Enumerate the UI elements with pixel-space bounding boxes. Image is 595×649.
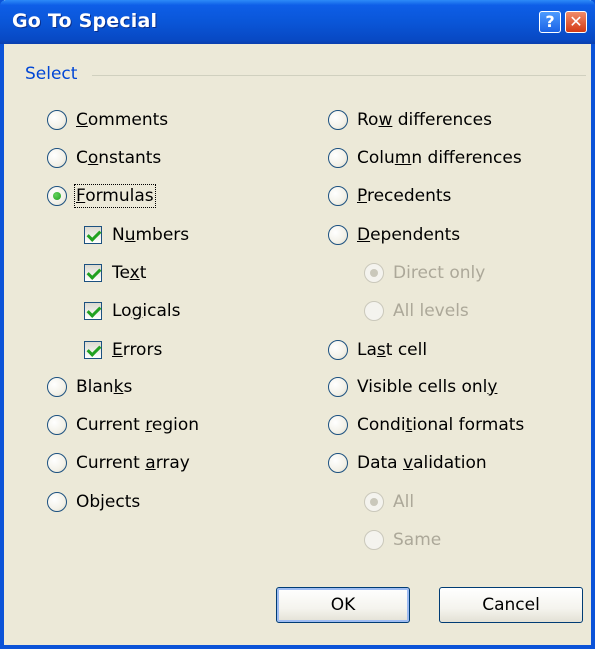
- direct-only-label: Direct only: [393, 263, 486, 283]
- radio-button-disabled-icon: [364, 530, 384, 550]
- formulas-label: Formulas: [74, 184, 156, 208]
- checkbox-checked-icon[interactable]: [84, 302, 102, 320]
- radio-all-levels: All levels: [364, 298, 469, 324]
- precedents-label: Precedents: [357, 186, 452, 206]
- radio-button-icon[interactable]: [328, 340, 348, 360]
- title-bar[interactable]: Go To Special ? ✕: [0, 0, 595, 44]
- radio-last-cell[interactable]: Last cell: [328, 337, 427, 363]
- radio-button-icon[interactable]: [328, 186, 348, 206]
- radio-dv-same: Same: [364, 527, 441, 553]
- radio-formulas[interactable]: Formulas: [47, 183, 156, 209]
- checkbox-numbers[interactable]: Numbers: [84, 222, 189, 248]
- radio-data-validation[interactable]: Data validation: [328, 450, 487, 476]
- radio-button-icon[interactable]: [47, 110, 67, 130]
- radio-button-icon[interactable]: [47, 415, 67, 435]
- help-button[interactable]: ?: [539, 11, 561, 33]
- checkbox-text[interactable]: Text: [84, 260, 146, 286]
- conditional-formats-label: Conditional formats: [357, 415, 525, 435]
- radio-comments[interactable]: Comments: [47, 107, 168, 133]
- logicals-label: Logicals: [112, 301, 181, 321]
- radio-button-icon[interactable]: [328, 415, 348, 435]
- radio-row-differences[interactable]: Row differences: [328, 107, 492, 133]
- radio-direct-only: Direct only: [364, 260, 485, 286]
- constants-label: Constants: [76, 148, 162, 168]
- radio-button-icon[interactable]: [47, 492, 67, 512]
- radio-button-disabled-selected-icon: [364, 492, 384, 512]
- radio-button-icon[interactable]: [47, 377, 67, 397]
- cancel-button[interactable]: Cancel: [439, 587, 583, 623]
- radio-button-selected-icon[interactable]: [47, 186, 67, 206]
- comments-label: Comments: [76, 110, 169, 130]
- go-to-special-dialog: Go To Special ? ✕: [0, 0, 595, 649]
- radio-button-icon[interactable]: [328, 148, 348, 168]
- select-group-label: Select: [25, 64, 84, 84]
- radio-button-icon[interactable]: [328, 377, 348, 397]
- radio-current-region[interactable]: Current region: [47, 412, 199, 438]
- radio-conditional-formats[interactable]: Conditional formats: [328, 412, 524, 438]
- radio-blanks[interactable]: Blanks: [47, 374, 132, 400]
- radio-objects[interactable]: Objects: [47, 489, 140, 515]
- data-validation-label: Data validation: [357, 453, 487, 473]
- radio-button-icon[interactable]: [328, 453, 348, 473]
- dialog-title: Go To Special: [12, 10, 158, 32]
- checkbox-logicals[interactable]: Logicals: [84, 298, 180, 324]
- dependents-label: Dependents: [357, 225, 461, 245]
- blanks-label: Blanks: [76, 377, 133, 397]
- numbers-label: Numbers: [112, 225, 190, 245]
- current-region-label: Current region: [76, 415, 200, 435]
- checkbox-checked-icon[interactable]: [84, 264, 102, 282]
- radio-precedents[interactable]: Precedents: [328, 183, 451, 209]
- radio-constants[interactable]: Constants: [47, 145, 161, 171]
- checkbox-checked-icon[interactable]: [84, 226, 102, 244]
- radio-button-icon[interactable]: [47, 453, 67, 473]
- errors-label: Errors: [112, 340, 163, 360]
- row-differences-label: Row differences: [357, 110, 492, 130]
- current-array-label: Current array: [76, 453, 190, 473]
- radio-visible-cells-only[interactable]: Visible cells only: [328, 374, 497, 400]
- radio-dv-all: All: [364, 489, 414, 515]
- radio-button-icon[interactable]: [328, 110, 348, 130]
- radio-column-differences[interactable]: Column differences: [328, 145, 522, 171]
- ok-button[interactable]: OK: [276, 587, 410, 623]
- checkbox-checked-icon[interactable]: [84, 341, 102, 359]
- text-label: Text: [112, 263, 147, 283]
- radio-button-icon[interactable]: [328, 225, 348, 245]
- group-divider: [92, 75, 586, 76]
- radio-button-icon[interactable]: [47, 148, 67, 168]
- radio-button-disabled-selected-icon: [364, 263, 384, 283]
- radio-current-array[interactable]: Current array: [47, 450, 190, 476]
- visible-cells-only-label: Visible cells only: [357, 377, 498, 397]
- last-cell-label: Last cell: [357, 340, 428, 360]
- objects-label: Objects: [76, 492, 141, 512]
- column-differences-label: Column differences: [357, 148, 522, 168]
- checkbox-errors[interactable]: Errors: [84, 337, 162, 363]
- radio-button-disabled-icon: [364, 301, 384, 321]
- dv-all-label: All: [393, 492, 415, 512]
- dv-same-label: Same: [393, 530, 442, 550]
- radio-dependents[interactable]: Dependents: [328, 222, 460, 248]
- close-button[interactable]: ✕: [565, 11, 587, 33]
- all-levels-label: All levels: [393, 301, 469, 321]
